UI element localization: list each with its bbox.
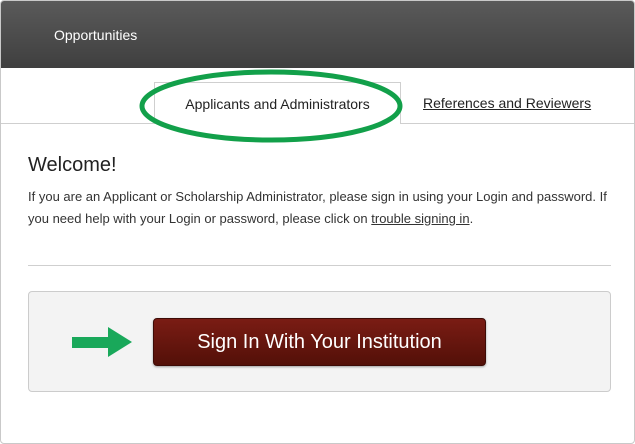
section-divider (28, 265, 611, 266)
description-suffix: . (469, 211, 474, 226)
trouble-signing-in-link[interactable]: trouble signing in (371, 211, 469, 226)
welcome-heading: Welcome! (28, 154, 117, 176)
description-text: If you are an Applicant or Scholarship A… (28, 189, 607, 226)
welcome-description: If you are an Applicant or Scholarship A… (28, 186, 618, 230)
signin-panel: Sign In With Your Institution (28, 291, 611, 392)
tab-references-and-reviewers[interactable]: References and Reviewers (423, 95, 591, 111)
top-navigation-bar: Opportunities (1, 1, 634, 68)
arrow-right-icon (72, 327, 132, 357)
tab-applicants-and-administrators[interactable]: Applicants and Administrators (154, 82, 401, 124)
tab-applicants-label: Applicants and Administrators (185, 96, 370, 112)
sign-in-with-institution-button[interactable]: Sign In With Your Institution (153, 318, 486, 366)
nav-opportunities-link[interactable]: Opportunities (54, 27, 137, 43)
app-frame: Opportunities Applicants and Administrat… (0, 0, 635, 444)
